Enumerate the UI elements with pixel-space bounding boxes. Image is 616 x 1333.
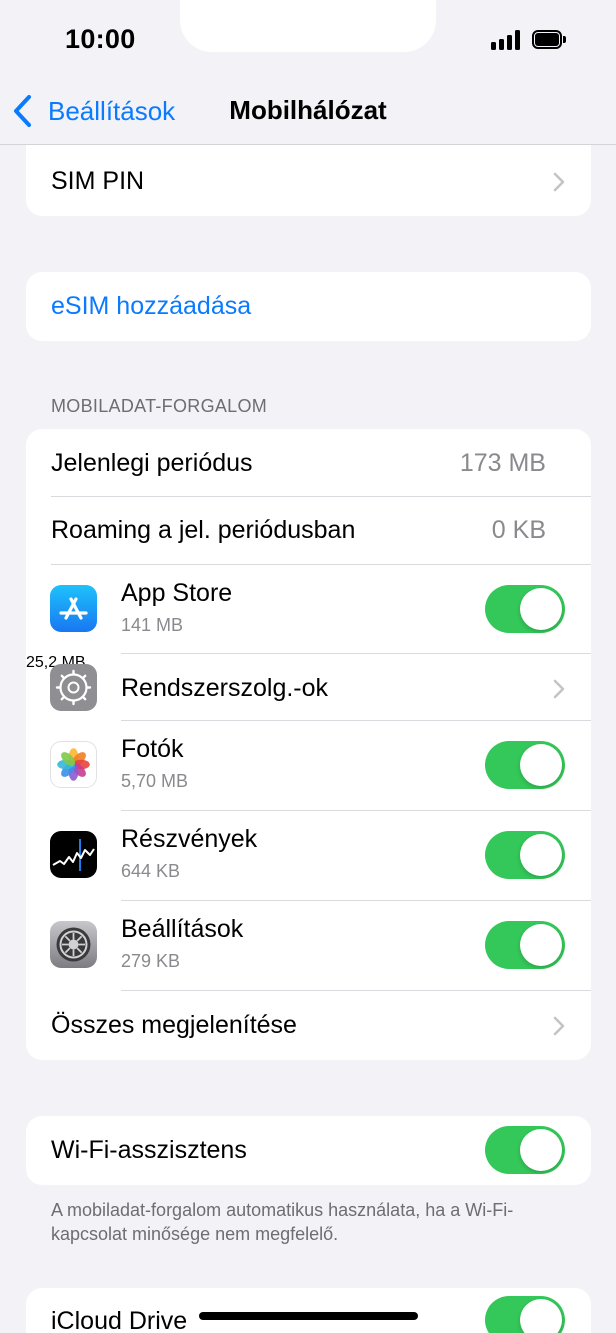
system-services-icon: [50, 664, 97, 711]
home-indicator: [199, 1312, 418, 1320]
current-period-label: Jelenlegi periódus: [51, 449, 253, 477]
app-store-toggle[interactable]: [485, 585, 565, 633]
show-all-label: Összes megjelenítése: [51, 1011, 297, 1039]
chevron-right-icon: [553, 172, 565, 192]
icloud-drive-card: iCloud Drive: [26, 1288, 591, 1333]
settings-toggle[interactable]: [485, 921, 565, 969]
wifi-assist-card: Wi-Fi-asszisztens: [26, 1116, 591, 1185]
photos-toggle[interactable]: [485, 741, 565, 789]
icloud-drive-toggle[interactable]: [485, 1296, 565, 1333]
battery-icon: [532, 30, 566, 49]
current-period-value: 173 MB: [459, 449, 546, 477]
app-row-settings: Beállítások 279 KB: [26, 901, 591, 990]
page-title: Mobilhálózat: [229, 95, 387, 125]
cellular-signal-icon: [491, 30, 523, 50]
icloud-drive-label: iCloud Drive: [51, 1307, 188, 1333]
notch: [180, 0, 436, 52]
app-row-app-store: App Store 141 MB: [26, 565, 591, 654]
roaming-period-label: Roaming a jel. periódusban: [51, 516, 356, 544]
sim-pin-card: SIM PIN: [26, 145, 591, 216]
status-time: 10:00: [65, 24, 136, 54]
app-name: Beállítások: [121, 915, 244, 943]
settings-icon: [50, 921, 97, 968]
add-esim-link[interactable]: eSIM hozzáadása: [51, 292, 251, 321]
wifi-assist-row: Wi-Fi-asszisztens: [26, 1116, 591, 1185]
roaming-period-row: Roaming a jel. periódusban 0 KB: [26, 497, 591, 564]
app-name: Fotók: [121, 735, 184, 763]
wifi-assist-footnote: A mobiladat-forgalom automatikus használ…: [51, 1200, 514, 1244]
wifi-assist-toggle[interactable]: [485, 1126, 565, 1174]
app-usage: 5,70 MB: [121, 771, 189, 791]
icloud-drive-row: iCloud Drive: [26, 1288, 591, 1333]
sim-pin-label: SIM PIN: [51, 167, 145, 195]
esim-card: eSIM hozzáadása: [26, 272, 591, 341]
photos-icon: [50, 741, 97, 788]
wifi-assist-label: Wi-Fi-asszisztens: [51, 1136, 247, 1164]
add-esim-row[interactable]: eSIM hozzáadása: [26, 272, 591, 341]
app-name: Részvények: [121, 825, 258, 853]
stocks-toggle[interactable]: [485, 831, 565, 879]
roaming-period-value: 0 KB: [491, 516, 546, 544]
mobile-data-card: Jelenlegi periódus 173 MB Roaming a jel.…: [26, 429, 591, 1060]
show-all-row[interactable]: Összes megjelenítése: [26, 991, 591, 1060]
app-store-icon: [50, 585, 97, 632]
chevron-right-icon: [553, 1016, 565, 1036]
current-period-row: Jelenlegi periódus 173 MB: [26, 429, 591, 496]
navigation-bar: Beállítások Mobilhálózat: [0, 80, 616, 145]
app-row-system-services[interactable]: Rendszerszolg.-ok 25,2 MB: [26, 654, 591, 721]
stocks-icon: [50, 831, 97, 878]
app-row-photos: Fotók 5,70 MB: [26, 721, 591, 810]
mobile-data-section-header: MOBILADAT-FORGALOM: [51, 396, 268, 416]
app-usage: 141 MB: [121, 615, 184, 635]
chevron-right-icon: [553, 679, 565, 699]
app-usage: 644 KB: [121, 861, 181, 881]
app-row-stocks: Részvények 644 KB: [26, 811, 591, 900]
app-usage: 279 KB: [121, 951, 181, 971]
status-bar: 10:00: [0, 0, 616, 80]
app-name: Rendszerszolg.-ok: [121, 674, 329, 702]
app-name: App Store: [121, 579, 233, 607]
screen: 10:00 Beállítások Mobilhálózat SIM PIN e…: [0, 0, 616, 1333]
sim-pin-row[interactable]: SIM PIN: [26, 145, 591, 216]
